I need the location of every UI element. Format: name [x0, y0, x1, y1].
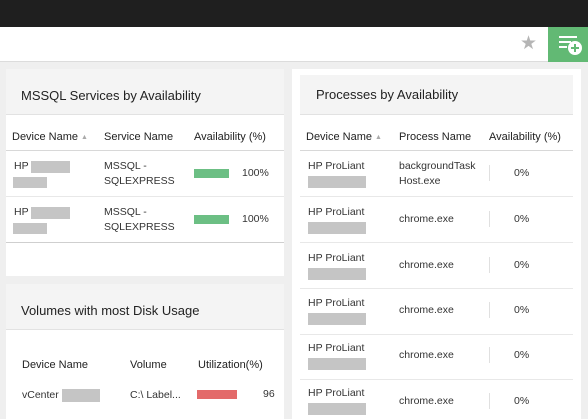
device-name: HP [14, 206, 29, 218]
availability-value: 100% [242, 167, 269, 179]
column-header-utilization[interactable]: Utilization(%) [198, 359, 263, 371]
redacted-text [308, 358, 366, 370]
device-name: HP ProLiant [308, 160, 365, 172]
add-widget-icon [559, 36, 577, 38]
sort-icon: ▲ [375, 134, 382, 141]
column-header-process[interactable]: Process Name [399, 131, 471, 143]
top-header-bar [0, 0, 588, 27]
redacted-text [308, 222, 366, 234]
availability-value: 0% [514, 395, 530, 407]
availability-value: 0% [514, 304, 530, 316]
column-header-device[interactable]: Device Name [22, 359, 88, 371]
device-name: HP [14, 160, 29, 172]
process-name-cont: Host.exe [399, 175, 441, 187]
widget-title: MSSQL Services by Availability [6, 69, 284, 115]
column-header-availability[interactable]: Availability (%) [194, 131, 266, 143]
column-header-device[interactable]: Device Name ▲ [306, 131, 382, 143]
volume-name: C:\ Label... [130, 389, 181, 401]
redacted-text [308, 403, 366, 415]
widget-title: Processes by Availability [300, 75, 573, 115]
redacted-text [308, 176, 366, 188]
redacted-text [308, 313, 366, 325]
redacted-text [13, 223, 47, 234]
dashboard-toolbar: ★ [0, 27, 588, 62]
star-icon[interactable]: ★ [520, 31, 537, 57]
device-name: HP ProLiant [308, 252, 365, 264]
sort-icon: ▲ [81, 134, 88, 141]
service-name: MSSQL - [104, 206, 147, 218]
availability-value: 0% [514, 213, 530, 225]
redacted-text [31, 207, 70, 219]
availability-bar [194, 215, 229, 224]
redacted-text [31, 161, 70, 173]
process-name: chrome.exe [399, 304, 454, 316]
availability-value: 0% [514, 259, 530, 271]
processes-availability-widget: Processes by Availability Device Name ▲ P… [292, 69, 581, 419]
redacted-text [308, 268, 366, 280]
process-name: chrome.exe [399, 259, 454, 271]
column-header-availability[interactable]: Availability (%) [489, 131, 561, 143]
service-name-cont: SQLEXPRESS [104, 221, 175, 233]
availability-value: 100% [242, 213, 269, 225]
device-name: vCenter [22, 389, 59, 401]
device-name: HP ProLiant [308, 387, 365, 399]
device-name: HP ProLiant [308, 297, 365, 309]
utilization-value: 96 [263, 388, 275, 400]
mssql-services-widget: MSSQL Services by Availability Device Na… [6, 69, 284, 276]
process-name: chrome.exe [399, 395, 454, 407]
device-name: HP ProLiant [308, 342, 365, 354]
redacted-text [62, 389, 100, 402]
availability-bar [194, 169, 229, 178]
redacted-text [13, 177, 47, 188]
device-name: HP ProLiant [308, 206, 365, 218]
add-widget-button[interactable] [548, 27, 588, 62]
utilization-bar [197, 390, 237, 399]
volumes-disk-usage-widget: Volumes with most Disk Usage Device Name… [6, 284, 284, 419]
column-header-service[interactable]: Service Name [104, 131, 173, 143]
availability-value: 0% [514, 349, 530, 361]
process-name: backgroundTask [399, 160, 476, 172]
process-name: chrome.exe [399, 349, 454, 361]
column-header-volume[interactable]: Volume [130, 359, 167, 371]
service-name-cont: SQLEXPRESS [104, 175, 175, 187]
column-header-device[interactable]: Device Name ▲ [12, 131, 88, 143]
widget-title: Volumes with most Disk Usage [6, 284, 284, 330]
availability-value: 0% [514, 167, 530, 179]
service-name: MSSQL - [104, 160, 147, 172]
process-name: chrome.exe [399, 213, 454, 225]
